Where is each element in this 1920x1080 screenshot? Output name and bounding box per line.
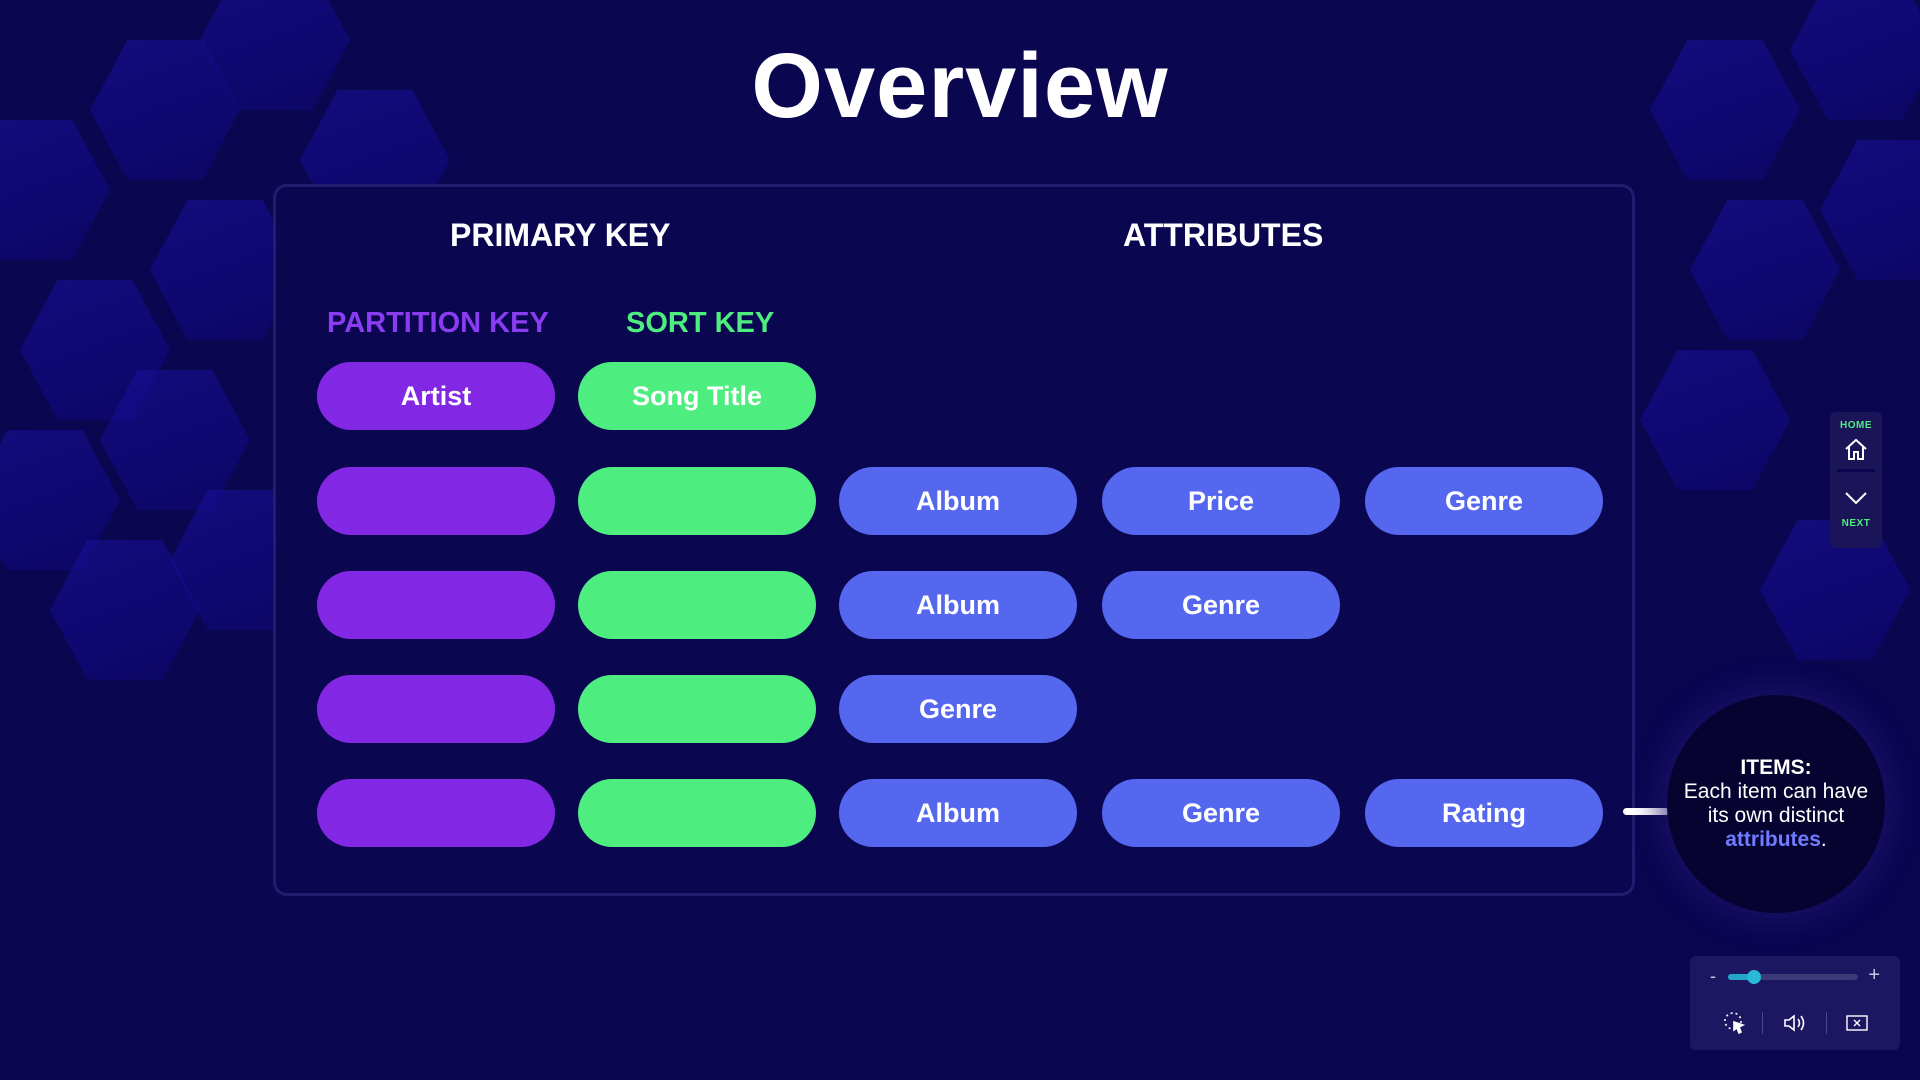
control-divider [1826, 1012, 1827, 1034]
close-icon[interactable] [1842, 1008, 1872, 1038]
volume-slider[interactable] [1728, 970, 1858, 984]
attributes-heading: ATTRIBUTES [1123, 217, 1324, 253]
callout-text-start: Each item can have its own distinct [1683, 780, 1869, 827]
chevron-down-icon[interactable] [1842, 484, 1870, 512]
volume-up-button[interactable]: + [1868, 964, 1880, 987]
attribute-pill: Genre [839, 675, 1077, 743]
partition-key-heading: PARTITION KEY [327, 307, 549, 339]
item-partition-key [317, 779, 555, 847]
callout-text-end: . [1820, 828, 1827, 851]
attribute-pill: Genre [1365, 467, 1603, 535]
speaker-icon[interactable] [1780, 1008, 1810, 1038]
attribute-pill: Price [1102, 467, 1340, 535]
item-sort-key [578, 675, 816, 743]
item-partition-key [317, 675, 555, 743]
pointer-icon[interactable] [1720, 1008, 1750, 1038]
sort-key-heading: SORT KEY [626, 307, 775, 339]
attribute-pill: Album [839, 779, 1077, 847]
next-label: NEXT [1841, 518, 1871, 529]
callout-highlight: attributes [1725, 828, 1821, 851]
attribute-pill: Album [839, 467, 1077, 535]
item-partition-key [317, 467, 555, 535]
player-controls: - + [1690, 956, 1900, 1050]
volume-slider-handle[interactable] [1747, 970, 1761, 984]
attribute-pill: Genre [1102, 571, 1340, 639]
callout-connector [1623, 808, 1669, 815]
callout-title: ITEMS: [1740, 756, 1812, 779]
slide-navigation: HOME NEXT [1830, 412, 1882, 548]
volume-down-button[interactable]: - [1710, 966, 1716, 987]
attribute-pill: Genre [1102, 779, 1340, 847]
table-diagram: PRIMARY KEY ATTRIBUTES PARTITION KEY SOR… [273, 184, 1635, 896]
attribute-pill: Album [839, 571, 1077, 639]
partition-key-pill-artist: Artist [317, 362, 555, 430]
item-sort-key [578, 779, 816, 847]
attribute-pill: Rating [1365, 779, 1603, 847]
sort-key-pill-song-title: Song Title [578, 362, 816, 430]
nav-divider [1837, 469, 1875, 472]
items-callout: ITEMS: Each item can have its own distin… [1667, 695, 1885, 913]
slide-title: Overview [751, 35, 1169, 137]
home-label: HOME [1840, 420, 1872, 431]
item-sort-key [578, 467, 816, 535]
home-icon[interactable] [1842, 435, 1870, 463]
item-sort-key [578, 571, 816, 639]
callout-text: Each item can have its own distinct attr… [1681, 780, 1871, 852]
item-partition-key [317, 571, 555, 639]
control-divider [1762, 1012, 1763, 1034]
primary-key-heading: PRIMARY KEY [450, 217, 671, 253]
